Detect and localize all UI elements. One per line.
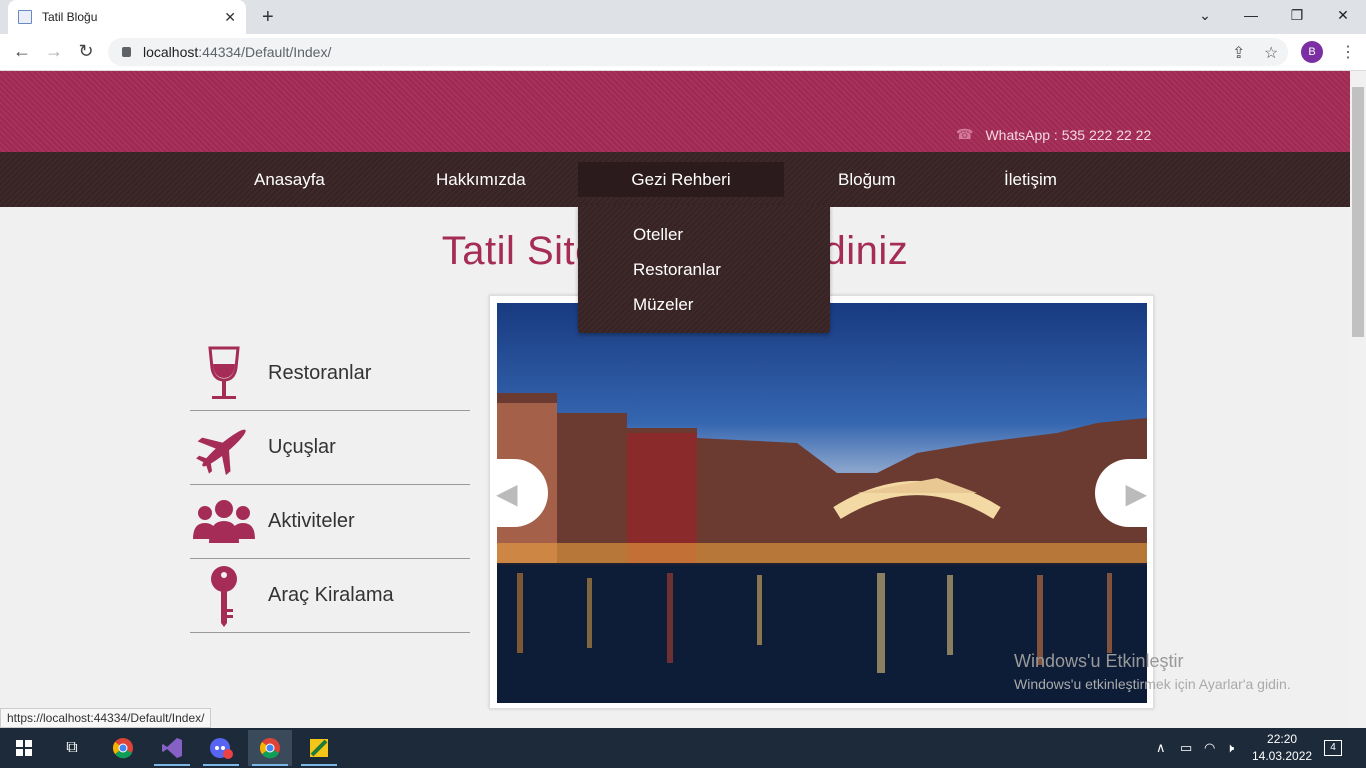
- profile-avatar[interactable]: B: [1301, 41, 1323, 63]
- whatsapp-contact: ☎ WhatsApp : 535 222 22 22: [956, 126, 1151, 143]
- whatsapp-text: WhatsApp : 535 222 22 22: [985, 126, 1152, 143]
- new-tab-button[interactable]: +: [262, 6, 274, 29]
- chrome-active-taskbar-icon[interactable]: [248, 730, 292, 766]
- sidebar-label: Araç Kiralama: [268, 584, 394, 606]
- battery-icon[interactable]: ▭: [1180, 740, 1192, 756]
- running-indicator: [203, 764, 239, 766]
- tab-search-icon[interactable]: ⌄: [1182, 0, 1228, 30]
- tab-title: Tatil Bloğu: [42, 10, 98, 24]
- windows-activation-subtitle: Windows'u etkinleştirmek için Ayarlar'a …: [1014, 676, 1291, 692]
- nav-item-anasayfa[interactable]: Anasayfa: [254, 152, 325, 207]
- page-scrollbar[interactable]: [1350, 71, 1366, 728]
- volume-muted-icon[interactable]: 🕨: [1226, 740, 1234, 756]
- wine-glass-icon: [190, 343, 258, 405]
- sidebar-label: Aktiviteler: [268, 510, 355, 532]
- address-toolbar: ← → ↻ localhost :44334/Default/Index/ ⇪ …: [0, 34, 1366, 71]
- phone-icon: ☎: [956, 126, 974, 142]
- sidebar-item-restoranlar[interactable]: Restoranlar: [190, 337, 470, 411]
- reload-button[interactable]: ↻: [74, 41, 98, 62]
- lock-icon: [122, 47, 131, 57]
- close-tab-icon[interactable]: ✕: [224, 9, 236, 26]
- sidebar-item-arac-kiralama[interactable]: Araç Kiralama: [190, 559, 470, 633]
- browser-tab[interactable]: Tatil Bloğu ✕: [8, 0, 246, 34]
- running-indicator: [252, 764, 288, 766]
- dropdown-item-muzeler[interactable]: Müzeler: [633, 295, 693, 315]
- show-hidden-icons-chevron-icon[interactable]: ∧: [1156, 740, 1166, 756]
- restore-button[interactable]: ❐: [1274, 0, 1320, 30]
- clock-time: 22:20: [1267, 732, 1298, 746]
- visual-studio-taskbar-icon[interactable]: [150, 730, 194, 766]
- notification-count: 4: [1324, 740, 1342, 756]
- discord-taskbar-icon[interactable]: [199, 730, 243, 766]
- taskbar-clock[interactable]: 22:20 14.03.2022: [1252, 731, 1312, 765]
- sidebar-item-aktiviteler[interactable]: Aktiviteler: [190, 485, 470, 559]
- minimize-button[interactable]: —: [1228, 0, 1274, 30]
- sidebar-item-ucuslar[interactable]: Uçuşlar: [190, 411, 470, 485]
- sidebar-label: Restoranlar: [268, 362, 372, 384]
- running-indicator: [301, 764, 337, 766]
- wifi-icon[interactable]: ◠: [1204, 740, 1215, 756]
- web-page: ☎ WhatsApp : 535 222 22 22 Anasayfa Hakk…: [0, 71, 1350, 728]
- clock-date: 14.03.2022: [1252, 749, 1313, 763]
- gezi-rehberi-dropdown: Oteller Restoranlar Müzeler: [578, 205, 830, 333]
- task-view-icon[interactable]: ⧉: [50, 730, 94, 766]
- scrollbar-thumb[interactable]: [1352, 87, 1364, 337]
- url-host: localhost: [143, 44, 199, 60]
- bookmark-star-icon[interactable]: ☆: [1264, 43, 1278, 63]
- nav-item-hakkimizda[interactable]: Hakkımızda: [436, 152, 526, 207]
- link-status-bubble: https://localhost:44334/Default/Index/: [0, 708, 212, 728]
- venice-slide-image: [497, 303, 1147, 703]
- sidebar-label: Uçuşlar: [268, 436, 336, 458]
- page-favicon-icon: [18, 10, 32, 24]
- browser-tab-bar: Tatil Bloğu ✕ + ⌄ — ❐ ✕: [0, 0, 1366, 34]
- dropdown-item-oteller[interactable]: Oteller: [633, 225, 683, 245]
- category-sidebar: Restoranlar Uçuşlar Aktiviteler Araç Kir…: [190, 337, 470, 633]
- running-indicator: [154, 764, 190, 766]
- nav-item-gezi-rehberi[interactable]: Gezi Rehberi: [578, 162, 784, 197]
- key-icon: [190, 565, 258, 627]
- close-window-button[interactable]: ✕: [1320, 0, 1366, 30]
- sql-tool-taskbar-icon[interactable]: [297, 730, 341, 766]
- chevron-left-icon: ◀: [496, 477, 518, 509]
- airplane-icon: [190, 417, 258, 479]
- start-windows-icon[interactable]: [2, 730, 46, 766]
- share-icon[interactable]: ⇪: [1232, 43, 1245, 63]
- forward-button[interactable]: →: [42, 41, 66, 62]
- chevron-right-icon: ▶: [1125, 477, 1147, 509]
- dropdown-item-restoranlar[interactable]: Restoranlar: [633, 260, 721, 280]
- nav-item-iletisim[interactable]: İletişim: [1004, 152, 1057, 207]
- windows-activation-title: Windows'u Etkinleştir: [1014, 651, 1184, 671]
- main-nav: Anasayfa Hakkımızda Gezi Rehberi Bloğum …: [0, 152, 1350, 207]
- browser-menu-icon[interactable]: ⋮: [1340, 42, 1356, 62]
- url-bar[interactable]: localhost :44334/Default/Index/: [108, 38, 1288, 66]
- nav-item-blogum[interactable]: Bloğum: [838, 152, 896, 207]
- back-button[interactable]: ←: [10, 41, 34, 62]
- chrome-taskbar-icon[interactable]: [101, 730, 145, 766]
- url-path: :44334/Default/Index/: [198, 44, 332, 60]
- image-slider: ◀ ▶: [489, 295, 1154, 709]
- notification-center-icon[interactable]: 4: [1324, 738, 1342, 756]
- people-group-icon: [190, 491, 258, 553]
- site-header: ☎ WhatsApp : 535 222 22 22: [0, 71, 1350, 152]
